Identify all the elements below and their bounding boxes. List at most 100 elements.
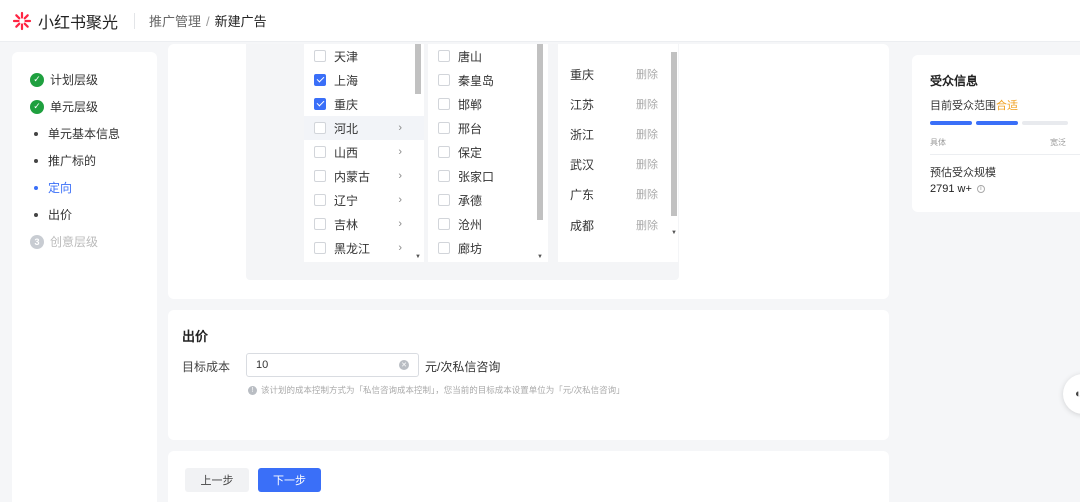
checkbox[interactable] <box>438 50 450 62</box>
province-item[interactable]: 上海 <box>304 68 424 92</box>
clear-icon[interactable]: ✕ <box>399 360 409 370</box>
breadcrumb-item-promotion[interactable]: 推广管理 <box>149 14 201 29</box>
checkbox[interactable] <box>438 98 450 110</box>
delete-link[interactable]: 删除 <box>636 126 658 142</box>
scrollbar-thumb[interactable] <box>415 44 421 94</box>
brand[interactable]: 小红书聚光 <box>0 9 118 33</box>
city-item[interactable]: 张家口 <box>428 164 548 188</box>
audience-panel: 受众信息 目前受众范围合适 具体 宽泛 预估受众规模 2791 w+ i <box>912 55 1080 212</box>
delete-link[interactable]: 删除 <box>636 156 658 172</box>
city-name: 沧州 <box>458 217 483 232</box>
previous-step-button[interactable]: 上一步 <box>185 468 249 492</box>
city-item[interactable]: 秦皇岛 <box>428 68 548 92</box>
bullet-icon <box>34 185 38 190</box>
city-item[interactable]: 邢台 <box>428 116 548 140</box>
step-bid[interactable]: 出价 <box>12 201 157 228</box>
audience-title: 受众信息 <box>930 74 979 88</box>
province-item[interactable]: 重庆 <box>304 92 424 116</box>
checkbox[interactable] <box>314 170 326 182</box>
province-item[interactable]: 河北 › <box>304 116 424 140</box>
scroll-down-arrow-icon[interactable]: ▼ <box>414 254 422 260</box>
checkbox[interactable] <box>438 146 450 158</box>
delete-link[interactable]: 删除 <box>636 186 658 202</box>
checkbox[interactable] <box>438 242 450 254</box>
checkbox[interactable] <box>438 74 450 86</box>
scroll-down-arrow-icon[interactable]: ▼ <box>536 254 544 260</box>
step-unit-basic-info[interactable]: 单元基本信息 <box>12 120 157 147</box>
selected-scrollbar[interactable]: ▼ <box>670 44 678 262</box>
province-name: 吉林 <box>334 217 359 232</box>
city-list[interactable]: 唐山 秦皇岛 邯郸 邢台 保定 张家口 承德 沧州 廊坊 ▼ <box>428 44 548 262</box>
checkbox[interactable] <box>314 146 326 158</box>
city-item[interactable]: 邯郸 <box>428 92 548 116</box>
checkbox[interactable] <box>314 98 326 110</box>
selected-region-name: 武汉 <box>570 157 595 172</box>
checkbox[interactable] <box>314 50 326 62</box>
bid-card: 出价 目标成本 ✕ 元/次私信咨询 ! 该计划的成本控制方式为「私信咨询成本控制… <box>168 310 889 440</box>
chevron-right-icon: › <box>398 170 402 182</box>
breadcrumb-item-new-ad: 新建广告 <box>214 14 267 29</box>
scrollbar-thumb[interactable] <box>671 52 677 216</box>
check-circle-icon: ✓ <box>30 99 44 114</box>
province-name: 重庆 <box>334 97 359 112</box>
info-icon[interactable]: i <box>976 185 985 193</box>
check-circle-icon: ✓ <box>30 72 44 87</box>
checkbox[interactable] <box>438 194 450 206</box>
step-plan-level[interactable]: ✓ 计划层级 <box>12 66 157 93</box>
province-name: 上海 <box>334 73 359 88</box>
province-item[interactable]: 天津 <box>304 44 424 68</box>
step-targeting[interactable]: 定向 <box>12 174 157 201</box>
step-unit-level[interactable]: ✓ 单元层级 <box>12 93 157 120</box>
checkbox[interactable] <box>438 218 450 230</box>
step-label: 出价 <box>48 208 73 222</box>
checkbox[interactable] <box>314 218 326 230</box>
checkbox[interactable] <box>438 122 450 134</box>
step-label: 计划层级 <box>50 73 99 87</box>
brand-name: 小红书聚光 <box>38 14 119 32</box>
next-step-button[interactable]: 下一步 <box>258 468 321 492</box>
city-name: 秦皇岛 <box>458 73 495 88</box>
province-scrollbar[interactable]: ▼ <box>414 44 422 262</box>
targeting-card: 天津 上海 重庆 河北 › 山西 › 内蒙古 › 辽宁 › 吉林 › 黑龙江 ›… <box>168 44 889 299</box>
checkbox[interactable] <box>314 74 326 86</box>
checkbox[interactable] <box>438 170 450 182</box>
divider <box>930 154 1080 155</box>
checkbox[interactable] <box>314 194 326 206</box>
delete-link[interactable]: 删除 <box>636 217 658 233</box>
province-name: 山西 <box>334 145 359 160</box>
province-item[interactable]: 黑龙江 › <box>304 236 424 260</box>
scroll-down-arrow-icon[interactable]: ▼ <box>670 230 678 236</box>
region-picker: 天津 上海 重庆 河北 › 山西 › 内蒙古 › 辽宁 › 吉林 › 黑龙江 ›… <box>246 44 679 280</box>
audience-scale-value: 2791 w+ <box>930 183 972 195</box>
province-name: 天津 <box>334 49 359 64</box>
province-list[interactable]: 天津 上海 重庆 河北 › 山西 › 内蒙古 › 辽宁 › 吉林 › 黑龙江 ›… <box>304 44 424 262</box>
city-item[interactable]: 廊坊 <box>428 236 548 260</box>
province-name: 河北 <box>334 121 359 136</box>
step-promotion-target[interactable]: 推广标的 <box>12 147 157 174</box>
brand-logo-icon <box>12 11 32 30</box>
chevron-right-icon: › <box>398 194 402 206</box>
city-item[interactable]: 承德 <box>428 188 548 212</box>
target-cost-input[interactable] <box>246 353 419 377</box>
floating-help-button[interactable]: ◐ <box>1063 374 1080 414</box>
scrollbar-thumb[interactable] <box>537 44 543 220</box>
delete-link[interactable]: 删除 <box>636 66 658 82</box>
city-scrollbar[interactable]: ▼ <box>536 44 544 262</box>
city-name: 承德 <box>458 193 483 208</box>
city-name: 张家口 <box>458 169 495 184</box>
city-item[interactable]: 保定 <box>428 140 548 164</box>
chevron-right-icon: › <box>398 242 402 254</box>
province-item[interactable]: 吉林 › <box>304 212 424 236</box>
province-item[interactable]: 内蒙古 › <box>304 164 424 188</box>
delete-link[interactable]: 删除 <box>636 96 658 112</box>
city-item[interactable]: 沧州 <box>428 212 548 236</box>
province-item[interactable]: 山西 › <box>304 140 424 164</box>
checkbox[interactable] <box>314 242 326 254</box>
city-item[interactable]: 唐山 <box>428 44 548 68</box>
step-label: 推广标的 <box>48 154 97 168</box>
header-divider <box>134 12 136 29</box>
selected-region-item: 武汉 删除 <box>558 149 670 179</box>
step-number-icon: 3 <box>30 234 44 249</box>
province-item[interactable]: 辽宁 › <box>304 188 424 212</box>
checkbox[interactable] <box>314 122 326 134</box>
